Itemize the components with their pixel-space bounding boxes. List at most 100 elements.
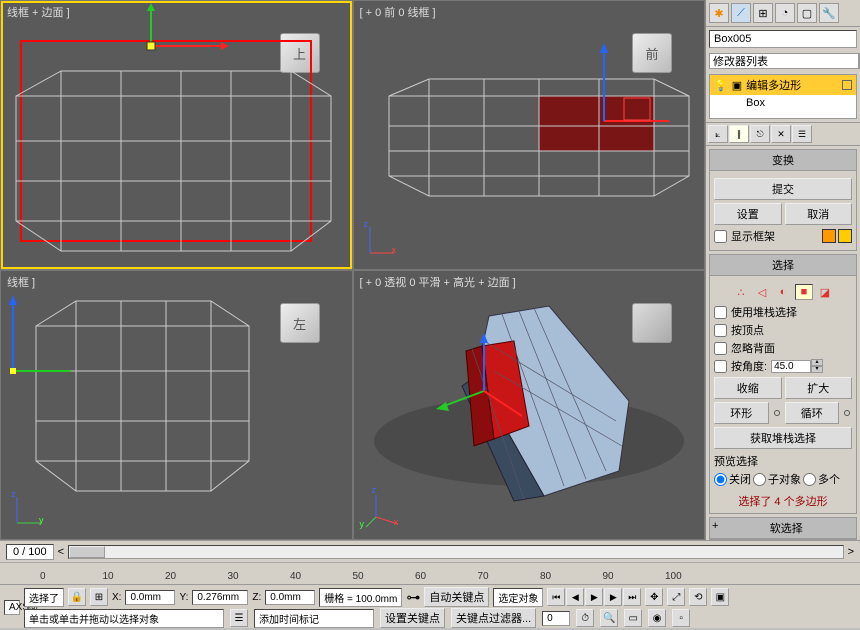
axis-tripod-left: yz — [11, 489, 51, 529]
rollout-soft-selection: +软选择 — [709, 517, 857, 540]
create-tab-icon[interactable]: ✱ — [709, 3, 729, 23]
autokey-button[interactable]: 自动关键点 — [424, 587, 489, 607]
modify-tab-icon[interactable]: ⟋ — [731, 3, 751, 23]
command-panel: ✱ ⟋ ⊞ ◔ ▢ 🔧 Box005 ▾ 💡 ▣ 编辑多边形 Box ⟀ ∥ — [705, 0, 860, 540]
ring-spinner[interactable] — [772, 402, 782, 423]
loop-spinner[interactable] — [842, 402, 852, 423]
expand-icon[interactable]: ▣ — [732, 79, 742, 92]
modifier-list-dropdown[interactable] — [709, 53, 859, 69]
object-name-field[interactable]: Box005 — [709, 30, 857, 48]
nav-zoom-icon[interactable]: ⤢ — [667, 588, 685, 606]
stack-end-icon — [842, 80, 852, 90]
polygon-subobj-icon[interactable]: ■ — [795, 284, 813, 300]
modifier-stack[interactable]: 💡 ▣ 编辑多边形 Box — [709, 74, 857, 119]
stack-item-box[interactable]: Box — [710, 95, 856, 111]
setkey-button[interactable]: 设置关键点 — [380, 608, 445, 628]
shrink-button[interactable]: 收缩 — [714, 377, 782, 399]
show-end-icon[interactable]: ∥ — [729, 125, 749, 143]
time-slider-thumb[interactable] — [69, 546, 105, 558]
next-frame-icon[interactable]: ▶ — [604, 588, 622, 606]
edge-subobj-icon[interactable]: ◁ — [753, 284, 771, 300]
viewport-top[interactable]: 线框 + 边面 ] 上 — [1, 1, 352, 269]
use-stack-sel-checkbox[interactable] — [714, 306, 727, 319]
cage-color-1[interactable] — [822, 229, 836, 243]
pin-stack-icon[interactable]: ⟀ — [708, 125, 728, 143]
slider-right-icon[interactable]: > — [848, 546, 854, 558]
cancel-button[interactable]: 取消 — [785, 203, 853, 225]
commit-button[interactable]: 提交 — [714, 178, 852, 200]
status-bar: AXS◎ 选择了 🔒 ⊞ X: 0.0mm Y: 0.276mm Z: 0.0m… — [0, 584, 860, 628]
time-tag[interactable]: 添加时间标记 — [254, 609, 374, 628]
viewport-persp-canvas — [354, 271, 705, 539]
border-subobj-icon[interactable]: ◐ — [774, 284, 792, 300]
ring-button[interactable]: 环形 — [714, 402, 769, 424]
stack-item-edit-poly[interactable]: 💡 ▣ 编辑多边形 — [710, 75, 856, 95]
by-vertex-checkbox[interactable] — [714, 324, 727, 337]
rollout-changes: 变换 提交 设置 取消 显示框架 — [709, 149, 857, 251]
frame-field[interactable]: 0 — [542, 611, 570, 626]
remove-mod-icon[interactable]: ✕ — [771, 125, 791, 143]
play-icon[interactable]: ▶ — [585, 588, 603, 606]
time-slider[interactable] — [68, 545, 843, 559]
nav-zoom2-icon[interactable]: 🔍 — [600, 609, 618, 627]
goto-start-icon[interactable]: ⏮ — [547, 588, 565, 606]
selection-status: 选择了 — [24, 588, 64, 607]
ruler-tick: 70 — [478, 571, 489, 582]
nav-fov-icon[interactable]: ▭ — [624, 609, 642, 627]
x-coord-field[interactable]: 0.0mm — [125, 590, 175, 605]
get-stack-sel-button[interactable]: 获取堆栈选择 — [714, 427, 852, 449]
ruler-tick: 80 — [540, 571, 551, 582]
hierarchy-tab-icon[interactable]: ⊞ — [753, 3, 773, 23]
viewport-perspective[interactable]: [ + 0 透视 0 平滑 + 高光 + 边面 ] — [354, 271, 705, 539]
slider-left-icon[interactable]: < — [58, 546, 64, 558]
keyfilter-button[interactable]: 关键点过滤器... — [451, 608, 536, 628]
time-config-icon[interactable]: ⏱ — [576, 609, 594, 627]
viewport-top-label: 线框 + 边面 ] — [7, 4, 70, 20]
element-subobj-icon[interactable]: ◪ — [816, 284, 834, 300]
nav-orbit-icon[interactable]: ⟲ — [689, 588, 707, 606]
goto-end-icon[interactable]: ⏭ — [623, 588, 641, 606]
settings-button[interactable]: 设置 — [714, 203, 782, 225]
display-tab-icon[interactable]: ▢ — [797, 3, 817, 23]
nav-max-icon[interactable]: ▣ — [711, 588, 729, 606]
y-coord-field[interactable]: 0.276mm — [192, 590, 248, 605]
keymode-dropdown[interactable]: 选定对象 — [493, 588, 543, 607]
configure-icon[interactable]: ☰ — [792, 125, 812, 143]
z-coord-field[interactable]: 0.0mm — [265, 590, 315, 605]
ignore-backfacing-checkbox[interactable] — [714, 342, 727, 355]
frame-range: 0 / 100 — [6, 544, 54, 560]
ruler-tick: 60 — [415, 571, 426, 582]
ruler-tick: 20 — [165, 571, 176, 582]
preview-multi-radio[interactable] — [803, 473, 816, 486]
grow-button[interactable]: 扩大 — [785, 377, 853, 399]
lock-icon[interactable]: 🔒 — [68, 588, 86, 606]
preview-subobj-radio[interactable] — [753, 473, 766, 486]
viewport-left-label: 线框 ] — [7, 274, 35, 290]
ruler-tick: 50 — [353, 571, 364, 582]
preview-off-radio[interactable] — [714, 473, 727, 486]
by-angle-checkbox[interactable] — [714, 360, 727, 373]
cage-color-2[interactable] — [838, 229, 852, 243]
viewport-front-canvas — [354, 1, 705, 269]
nav-roll-icon[interactable]: ◉ — [648, 609, 666, 627]
time-ruler[interactable]: 0102030405060708090100 — [0, 562, 860, 584]
script-icon[interactable]: ☰ — [230, 609, 248, 627]
gizmo-top — [147, 3, 229, 50]
coord-mode-icon[interactable]: ⊞ — [90, 588, 108, 606]
motion-tab-icon[interactable]: ◔ — [775, 3, 795, 23]
utilities-tab-icon[interactable]: 🔧 — [819, 3, 839, 23]
ruler-tick: 90 — [603, 571, 614, 582]
prev-frame-icon[interactable]: ◀ — [566, 588, 584, 606]
loop-button[interactable]: 循环 — [785, 402, 840, 424]
show-cage-checkbox[interactable] — [714, 230, 727, 243]
gizmo-left — [9, 295, 71, 374]
key-icon[interactable]: ⊶ — [406, 589, 420, 606]
viewport-persp-label: [ + 0 透视 0 平滑 + 高光 + 边面 ] — [360, 274, 516, 290]
viewport-front[interactable]: [ + 0 前 0 线框 ] 前 — [354, 1, 705, 269]
make-unique-icon[interactable]: ⎋ — [750, 125, 770, 143]
nav-pan-icon[interactable]: ✥ — [645, 588, 663, 606]
viewport-left[interactable]: 线框 ] 左 yz — [1, 271, 352, 539]
vertex-subobj-icon[interactable]: ∴ — [732, 284, 750, 300]
nav-min-icon[interactable]: ▫ — [672, 609, 690, 627]
angle-spinner[interactable] — [771, 360, 811, 373]
